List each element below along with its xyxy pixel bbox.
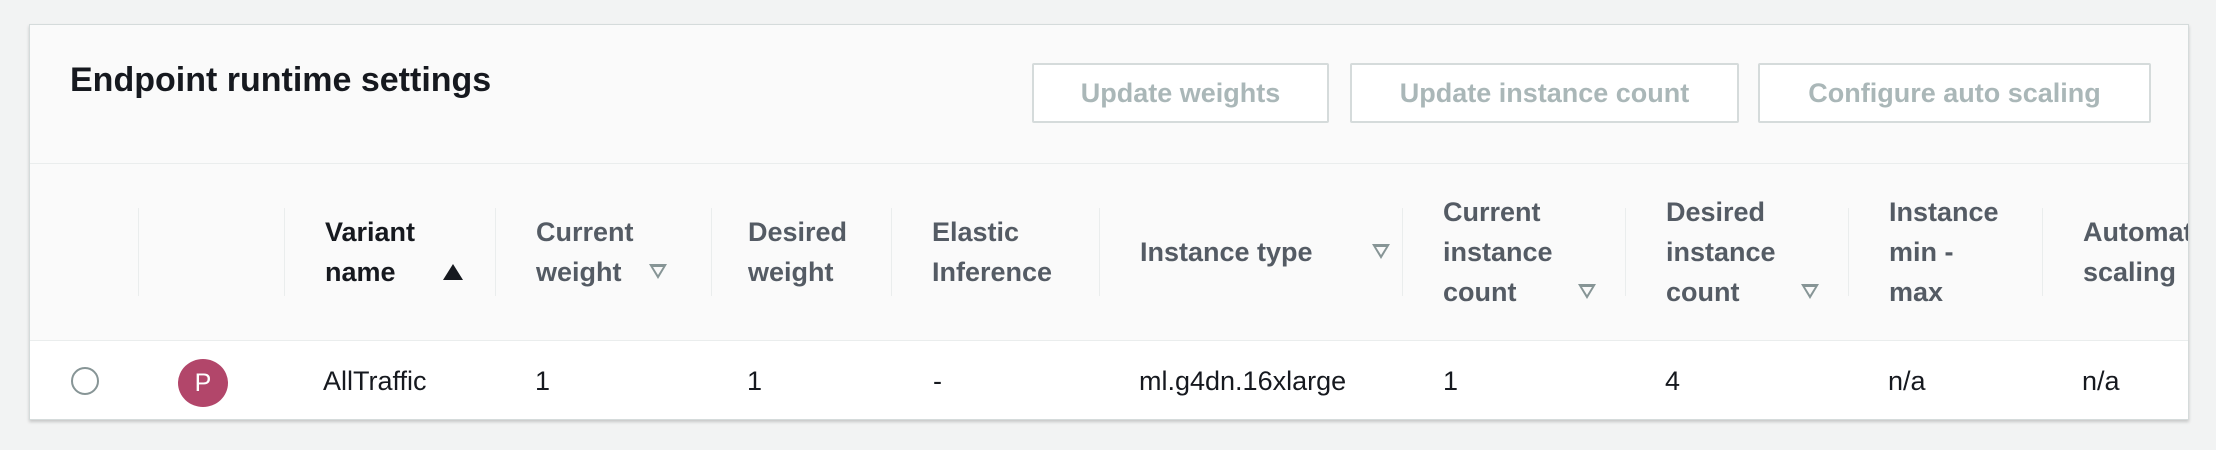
update-weights-button[interactable]: Update weights bbox=[1032, 63, 1329, 123]
column-divider bbox=[2042, 208, 2043, 296]
column-header-instance-type[interactable]: Instance type bbox=[1140, 164, 1390, 340]
column-header-label: Automat scaling bbox=[2083, 217, 2189, 287]
cell-desired-weight: 1 bbox=[747, 365, 763, 396]
column-header-automatic-scaling[interactable]: Automat scaling bbox=[2083, 164, 2189, 340]
column-header-current-weight[interactable]: Current weight bbox=[536, 164, 711, 340]
sort-ascending-icon bbox=[443, 264, 463, 280]
column-header-label: Current instance count bbox=[1443, 197, 1553, 307]
column-divider bbox=[711, 208, 712, 296]
column-header-label: Elastic Inference bbox=[932, 217, 1053, 287]
endpoint-runtime-settings-panel: Endpoint runtime settings Update weights… bbox=[29, 24, 2189, 420]
cell-instance-min-max: n/a bbox=[1888, 365, 1926, 396]
column-divider bbox=[1099, 208, 1100, 296]
cell-elastic-inference: - bbox=[933, 365, 942, 396]
cell-instance-type: ml.g4dn.16xlarge bbox=[1139, 365, 1347, 396]
column-header-label: Current weight bbox=[536, 217, 634, 287]
column-divider bbox=[1625, 208, 1626, 296]
configure-auto-scaling-button[interactable]: Configure auto scaling bbox=[1758, 63, 2151, 123]
column-header-label: Instance min - max bbox=[1889, 197, 1999, 307]
column-divider bbox=[1402, 208, 1403, 296]
column-header-label: Desired weight bbox=[748, 217, 848, 287]
column-header-label: Desired instance count bbox=[1666, 197, 1776, 307]
row-select-radio[interactable] bbox=[71, 367, 99, 395]
column-header-desired-instance-count[interactable]: Desired instance count bbox=[1666, 164, 1846, 340]
cell-automatic-scaling: n/a bbox=[2082, 365, 2120, 396]
panel-title: Endpoint runtime settings bbox=[70, 61, 492, 99]
column-header-desired-weight[interactable]: Desired weight bbox=[748, 164, 918, 340]
column-header-instance-min-max[interactable]: Instance min - max bbox=[1889, 164, 2039, 340]
column-header-variant-name[interactable]: Variant name bbox=[325, 164, 495, 340]
cell-current-instance-count: 1 bbox=[1443, 365, 1459, 396]
cell-variant-name: AllTraffic bbox=[323, 365, 427, 396]
column-header-label: Variant name bbox=[325, 217, 416, 287]
sort-icon bbox=[649, 264, 667, 279]
sort-icon bbox=[1372, 244, 1390, 259]
column-divider bbox=[1848, 208, 1849, 296]
column-divider bbox=[138, 208, 139, 296]
table-row[interactable]: P AllTraffic 1 1 - ml.g4dn.16xlarge 1 4 … bbox=[30, 341, 2188, 419]
cell-desired-instance-count: 4 bbox=[1665, 365, 1681, 396]
sort-icon bbox=[1578, 284, 1596, 299]
update-instance-count-button[interactable]: Update instance count bbox=[1350, 63, 1739, 123]
sort-icon bbox=[1801, 284, 1819, 299]
cell-current-weight: 1 bbox=[535, 365, 551, 396]
panel-header: Endpoint runtime settings Update weights… bbox=[30, 25, 2188, 164]
column-divider bbox=[891, 208, 892, 296]
column-divider bbox=[495, 208, 496, 296]
column-header-current-instance-count[interactable]: Current instance count bbox=[1443, 164, 1623, 340]
table-header: Variant name Current weight Desired weig… bbox=[30, 164, 2188, 341]
column-divider bbox=[284, 208, 285, 296]
variant-avatar: P bbox=[178, 359, 228, 407]
column-header-elastic-inference[interactable]: Elastic Inference bbox=[932, 164, 1112, 340]
column-header-label: Instance type bbox=[1140, 237, 1313, 267]
